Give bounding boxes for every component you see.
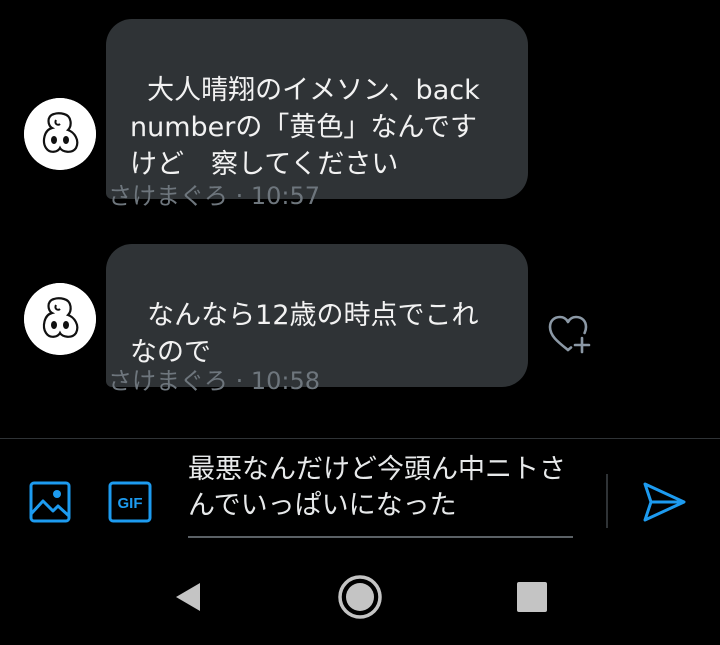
add-image-button[interactable] (26, 478, 74, 526)
composer-separator (606, 474, 608, 528)
meta-separator: · (228, 367, 251, 395)
gif-label: GIF (118, 495, 143, 512)
meta-separator: · (228, 182, 251, 210)
send-icon (643, 482, 686, 522)
image-icon (29, 481, 71, 523)
message-text: 大人晴翔のイメソン、back numberの「黄色」なんですけど 察してください (130, 75, 489, 180)
react-heart-button[interactable] (544, 310, 592, 358)
nav-back-button[interactable] (166, 572, 216, 622)
message-meta: さけまぐろ · 10:58 (108, 361, 320, 396)
recents-square-icon (517, 582, 547, 612)
sender-avatar[interactable] (24, 283, 96, 355)
nav-home-button[interactable] (335, 572, 385, 622)
message-sender: さけまぐろ (108, 367, 228, 395)
home-circle-icon (338, 575, 382, 619)
send-button[interactable] (640, 478, 688, 526)
message-text: なんなら12歳の時点でこれなので (130, 300, 479, 368)
heart-add-icon (548, 315, 591, 354)
composer-divider (0, 438, 720, 439)
nav-recents-button[interactable] (507, 572, 557, 622)
message-sender: さけまぐろ (108, 182, 228, 210)
sender-avatar[interactable] (24, 98, 96, 170)
gif-icon: GIF (108, 481, 152, 523)
message-meta: さけまぐろ · 10:57 (108, 176, 320, 211)
message-compose-input[interactable]: 最悪なんだけど今頭ん中ニトさんでいっぱいになった (188, 452, 572, 524)
avatar-doodle-icon (24, 98, 96, 170)
message-bubble[interactable]: 大人晴翔のイメソン、back numberの「黄色」なんですけど 察してください (106, 19, 528, 199)
message-time: 10:58 (250, 367, 321, 395)
message-time: 10:57 (250, 182, 321, 210)
add-gif-button[interactable]: GIF (106, 478, 154, 526)
compose-underline (188, 536, 573, 538)
back-triangle-icon (176, 583, 200, 611)
avatar-doodle-icon (24, 283, 96, 355)
